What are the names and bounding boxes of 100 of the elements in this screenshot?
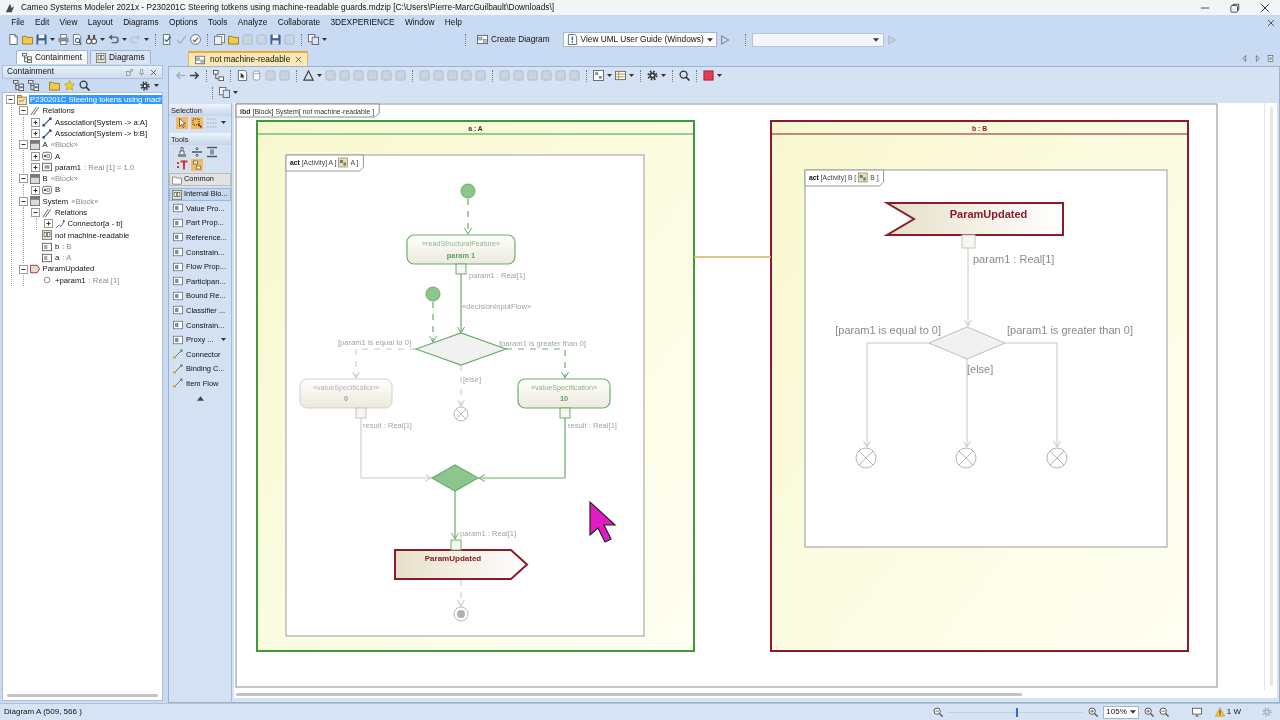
menu-item[interactable]: Window [399,18,440,28]
expand-icon[interactable] [31,151,40,161]
zoom-in-icon[interactable] [1143,707,1154,717]
undo-icon[interactable] [108,34,119,45]
expand-icon[interactable] [31,129,40,139]
tile-icon[interactable] [395,70,406,81]
menu-item[interactable]: Tools [202,18,233,28]
printer-icon[interactable] [58,34,69,45]
tile-icon[interactable] [353,70,364,81]
monitor-icon[interactable] [1191,707,1202,717]
scroll-up-icon[interactable] [196,395,204,401]
caret-icon[interactable] [144,38,149,41]
menu-item[interactable]: Options [163,18,203,28]
caret-icon[interactable] [221,121,226,124]
collapse-icon[interactable] [18,264,28,274]
tile-icon[interactable] [339,70,350,81]
caret-icon[interactable] [317,74,322,77]
tile-icon[interactable] [325,70,336,81]
tile-icon[interactable] [367,70,378,81]
horizontal-scrollbar[interactable] [7,694,158,697]
tile-icon[interactable] [433,70,444,81]
restore-icon[interactable] [1230,2,1240,13]
tile-icon[interactable] [419,70,430,81]
split-icon[interactable] [191,145,203,158]
tile-icon[interactable] [461,70,472,81]
menu-item[interactable]: File [6,18,30,28]
horizontal-scrollbar[interactable] [236,693,1022,696]
edit-icon[interactable] [162,34,173,45]
folder-icon[interactable] [228,34,239,45]
zoom-out-icon[interactable] [1158,707,1169,717]
tree-icon[interactable] [28,80,39,91]
collapse-icon[interactable] [18,174,28,184]
collapse-icon[interactable] [6,95,15,105]
caret-icon[interactable] [607,74,612,77]
menu-item[interactable]: View [54,18,83,28]
close-icon[interactable] [1260,2,1270,13]
tile-icon[interactable] [279,70,290,81]
forward-icon[interactable] [189,70,200,81]
close-icon[interactable] [1267,19,1275,27]
diagram-tab[interactable]: not machine-readable [188,51,309,66]
settings-icon[interactable] [140,80,150,91]
triangle-icon[interactable] [303,70,314,81]
detach-icon[interactable] [126,68,133,76]
check-icon[interactable] [176,34,187,45]
menu-item[interactable]: Analyze [232,18,273,28]
align-icon[interactable] [206,145,218,158]
menu-item[interactable]: 3DEXPERIENCE [325,18,400,28]
marquee-icon[interactable] [191,116,203,129]
tile-icon[interactable] [447,70,458,81]
tile-icon[interactable] [499,70,510,81]
guide-dropdown[interactable]: View UML User Guide (Windows) [562,32,717,47]
tile-icon[interactable] [381,70,392,81]
search-icon[interactable] [679,70,690,81]
tile-icon[interactable] [256,34,267,45]
copy-icon[interactable] [308,34,319,45]
expand-icon[interactable] [31,185,40,195]
menu-item[interactable]: Collaborate [272,18,326,28]
pointer-icon[interactable] [176,116,188,129]
tile-icon[interactable] [265,70,276,81]
tile-icon[interactable] [555,70,566,81]
zoom-slider[interactable] [948,707,1084,717]
documents-icon[interactable] [214,34,225,45]
menu-item[interactable]: Edit [29,18,55,28]
caret-icon[interactable] [100,38,105,41]
binoculars-icon[interactable] [86,34,97,45]
caret-icon[interactable] [629,74,634,77]
star-icon[interactable] [64,80,75,91]
menu-item[interactable]: Help [439,18,468,28]
check-circle-icon[interactable] [190,34,201,45]
swatch-icon[interactable] [703,70,714,81]
caret-icon[interactable] [122,38,127,41]
tile-icon[interactable] [513,70,524,81]
menu-item[interactable]: Layout [82,18,118,28]
expand-icon[interactable] [43,219,53,229]
list-icon[interactable] [1267,54,1274,62]
table-icon[interactable] [615,70,626,81]
new-file-icon[interactable] [8,34,19,45]
search-icon[interactable] [79,80,90,91]
collapse-icon[interactable] [31,208,40,218]
save-icon[interactable] [270,34,281,45]
expand-icon[interactable] [31,162,40,172]
tile-icon[interactable] [527,70,538,81]
caret-icon[interactable] [717,74,722,77]
caret-icon[interactable] [221,338,226,342]
copy-icon[interactable] [219,87,230,98]
menu-item[interactable]: Diagrams [117,18,164,28]
caret-icon[interactable] [154,84,159,87]
scroll-left-icon[interactable] [1241,54,1248,62]
tile-icon[interactable] [284,34,295,45]
zoom-out-icon[interactable] [933,707,944,717]
tile-icon[interactable] [569,70,580,81]
collapse-icon[interactable] [18,140,28,150]
caret-icon[interactable] [233,91,238,94]
folder-icon[interactable] [22,34,33,45]
tree-icon[interactable] [13,80,24,91]
caret-icon[interactable] [322,38,327,41]
tile-icon[interactable] [541,70,552,81]
preview-icon[interactable] [72,34,83,45]
warnings-button[interactable]: 1 W [1212,707,1243,717]
panel-tab[interactable]: Diagrams [90,50,151,64]
